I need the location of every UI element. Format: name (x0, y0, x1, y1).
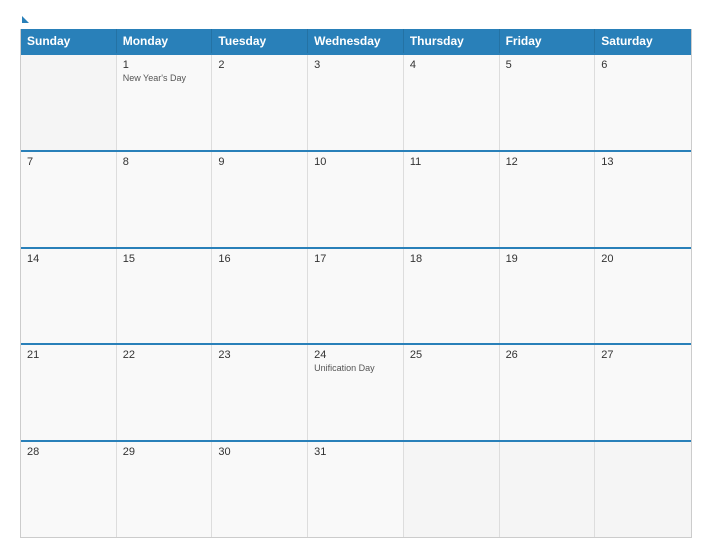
header-friday: Friday (500, 29, 596, 53)
week-row-3: 14 15 16 17 18 19 20 (21, 247, 691, 344)
day-number: 12 (506, 156, 589, 168)
day-cell-w1-d6: 6 (595, 55, 691, 150)
day-cell-w4-d0: 21 (21, 345, 117, 440)
day-cell-w4-d1: 22 (117, 345, 213, 440)
day-number: 2 (218, 59, 301, 71)
calendar-grid: Sunday Monday Tuesday Wednesday Thursday… (20, 29, 692, 538)
holiday-label: Unification Day (314, 363, 397, 375)
day-cell-w3-d1: 15 (117, 249, 213, 344)
day-cell-w1-d4: 4 (404, 55, 500, 150)
day-number: 7 (27, 156, 110, 168)
header-thursday: Thursday (404, 29, 500, 53)
header (20, 16, 692, 21)
day-cell-w5-d0: 28 (21, 442, 117, 537)
day-cell-w4-d2: 23 (212, 345, 308, 440)
day-number: 6 (601, 59, 685, 71)
day-number: 10 (314, 156, 397, 168)
day-number: 18 (410, 253, 493, 265)
day-cell-w1-d2: 2 (212, 55, 308, 150)
logo-blue-text (20, 16, 29, 21)
day-number: 31 (314, 446, 397, 458)
calendar-page: Sunday Monday Tuesday Wednesday Thursday… (0, 0, 712, 550)
day-number: 15 (123, 253, 206, 265)
day-cell-w2-d5: 12 (500, 152, 596, 247)
day-cell-w2-d1: 8 (117, 152, 213, 247)
day-cell-w1-d5: 5 (500, 55, 596, 150)
header-monday: Monday (117, 29, 213, 53)
day-number: 30 (218, 446, 301, 458)
header-saturday: Saturday (595, 29, 691, 53)
day-cell-w1-d3: 3 (308, 55, 404, 150)
day-cell-w2-d4: 11 (404, 152, 500, 247)
day-number: 9 (218, 156, 301, 168)
logo-triangle-icon (22, 16, 29, 23)
day-cell-w4-d6: 27 (595, 345, 691, 440)
week-row-5: 28 29 30 31 (21, 440, 691, 537)
day-cell-w2-d6: 13 (595, 152, 691, 247)
day-number: 20 (601, 253, 685, 265)
calendar-body: 1New Year's Day2345678910111213141516171… (21, 53, 691, 537)
day-cell-w5-d1: 29 (117, 442, 213, 537)
day-number: 3 (314, 59, 397, 71)
day-number: 14 (27, 253, 110, 265)
day-number: 25 (410, 349, 493, 361)
day-number: 21 (27, 349, 110, 361)
day-cell-w2-d2: 9 (212, 152, 308, 247)
week-row-2: 7 89 10 11 12 13 (21, 150, 691, 247)
week-row-1: 1 New Year's Day 2 3 4 56 (21, 53, 691, 150)
day-cell-w3-d5: 19 (500, 249, 596, 344)
day-cell-w5-d2: 30 (212, 442, 308, 537)
day-cell-w5-d4 (404, 442, 500, 537)
day-number: 29 (123, 446, 206, 458)
day-cell-w3-d6: 20 (595, 249, 691, 344)
day-cell-w4-d3: 24 Unification Day (308, 345, 404, 440)
day-number: 26 (506, 349, 589, 361)
day-number: 23 (218, 349, 301, 361)
day-number: 5 (506, 59, 589, 71)
day-cell-w2-d0: 7 (21, 152, 117, 247)
day-number: 17 (314, 253, 397, 265)
header-sunday: Sunday (21, 29, 117, 53)
day-cell-w3-d0: 14 (21, 249, 117, 344)
day-cell-w1-d0 (21, 55, 117, 150)
header-tuesday: Tuesday (212, 29, 308, 53)
day-cell-w5-d6 (595, 442, 691, 537)
day-number: 16 (218, 253, 301, 265)
day-number: 27 (601, 349, 685, 361)
day-number: 11 (410, 156, 493, 168)
day-number: 4 (410, 59, 493, 71)
day-cell-w4-d5: 26 (500, 345, 596, 440)
day-cell-w3-d4: 18 (404, 249, 500, 344)
days-of-week-header: Sunday Monday Tuesday Wednesday Thursday… (21, 29, 691, 53)
day-number: 24 (314, 349, 397, 361)
header-wednesday: Wednesday (308, 29, 404, 53)
day-number: 28 (27, 446, 110, 458)
day-number: 1 (123, 59, 206, 71)
day-cell-w4-d4: 25 (404, 345, 500, 440)
day-cell-w5-d5 (500, 442, 596, 537)
day-cell-w2-d3: 10 (308, 152, 404, 247)
holiday-label: New Year's Day (123, 73, 206, 85)
day-cell-w3-d3: 17 (308, 249, 404, 344)
logo (20, 16, 29, 21)
day-number: 8 (123, 156, 206, 168)
day-number: 19 (506, 253, 589, 265)
day-number: 13 (601, 156, 685, 168)
day-number: 22 (123, 349, 206, 361)
week-row-4: 21 22 23 24 Unification Day 25 26 27 (21, 343, 691, 440)
day-cell-w5-d3: 31 (308, 442, 404, 537)
day-cell-w1-d1: 1 New Year's Day (117, 55, 213, 150)
day-cell-w3-d2: 16 (212, 249, 308, 344)
